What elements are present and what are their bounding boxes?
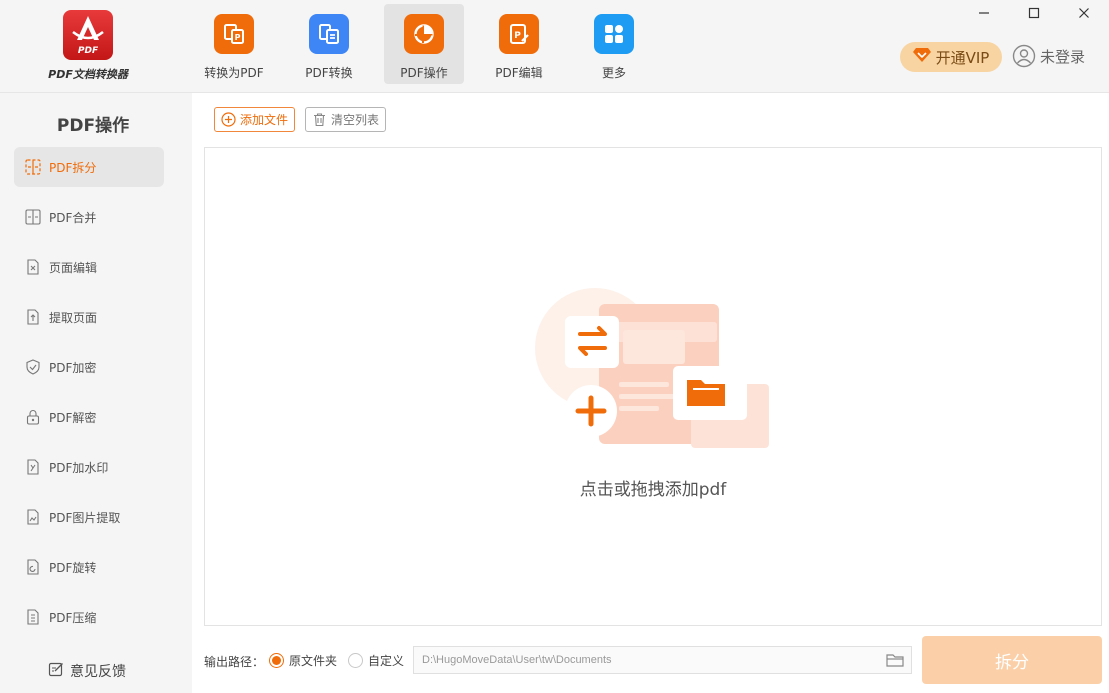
vip-button[interactable]: 开通VIP	[900, 42, 1002, 72]
radio-indicator	[348, 653, 363, 668]
sidebar-item-pdf-merge[interactable]: PDF合并	[14, 197, 164, 237]
feedback-icon	[48, 661, 64, 681]
radio-label: 原文件夹	[289, 654, 338, 668]
merge-icon	[24, 208, 42, 226]
pdf-logo-icon: PDF	[63, 10, 113, 60]
nav-label: 更多	[601, 66, 626, 80]
sidebar-item-label: PDF加密	[49, 360, 97, 375]
feedback-button[interactable]: 意见反馈	[48, 661, 126, 681]
nav-item-more[interactable]: 更多	[574, 4, 654, 84]
image-extract-icon	[24, 508, 42, 526]
sidebar-item-label: PDF旋转	[49, 560, 97, 575]
browse-folder-button[interactable]	[885, 650, 905, 670]
rotate-icon	[24, 558, 42, 576]
svg-text:P: P	[514, 31, 521, 41]
output-path-field[interactable]: D:\HugoMoveData\User\tw\Documents	[413, 646, 912, 674]
feedback-label: 意见反馈	[70, 664, 126, 680]
sidebar-item-label: PDF合并	[49, 210, 97, 225]
compress-icon	[24, 608, 42, 626]
sidebar-item-label: PDF加水印	[49, 460, 109, 475]
convert-to-pdf-icon: P	[214, 14, 254, 54]
nav-label: PDF转换	[305, 66, 353, 80]
top-nav: P 转换为PDF PDF转换 PDF操作 P PDF编辑 更多	[194, 4, 669, 84]
radio-indicator	[269, 653, 284, 668]
clear-list-label: 清空列表	[331, 113, 380, 127]
diamond-icon	[912, 47, 931, 67]
page-edit-icon	[24, 258, 42, 276]
sidebar-item-extract-pages[interactable]: 提取页面	[14, 297, 164, 337]
shield-icon	[24, 358, 42, 376]
sidebar-item-pdf-rotate[interactable]: PDF旋转	[14, 547, 164, 587]
sidebar-item-pdf-split[interactable]: PDF拆分	[14, 147, 164, 187]
close-icon	[1079, 8, 1089, 18]
vip-label: 开通VIP	[935, 48, 990, 67]
sidebar-item-pdf-decrypt[interactable]: PDF解密	[14, 397, 164, 437]
upload-illustration	[535, 288, 775, 458]
watermark-icon	[24, 458, 42, 476]
nav-item-pdf-operation[interactable]: PDF操作	[384, 4, 464, 84]
nav-label: PDF操作	[400, 66, 448, 80]
sidebar-item-label: PDF图片提取	[49, 510, 121, 525]
nav-label: 转换为PDF	[204, 66, 264, 80]
app-logo: PDF PDF文档转换器	[40, 10, 136, 88]
maximize-icon	[1028, 7, 1040, 19]
sidebar-item-page-edit[interactable]: 页面编辑	[14, 247, 164, 287]
drop-hint: 点击或拖拽添加pdf	[579, 480, 727, 500]
sidebar-item-label: PDF拆分	[49, 160, 97, 175]
login-label: 未登录	[1040, 47, 1086, 66]
pdf-convert-icon	[309, 14, 349, 54]
sidebar-title: PDF操作	[56, 116, 130, 136]
sidebar-item-label: 提取页面	[49, 310, 98, 325]
sidebar-item-pdf-encrypt[interactable]: PDF加密	[14, 347, 164, 387]
radio-label: 自定义	[368, 654, 405, 668]
sidebar-item-pdf-image-extract[interactable]: PDF图片提取	[14, 497, 164, 537]
split-icon	[24, 158, 42, 176]
output-path-label: 输出路径：	[204, 655, 265, 669]
close-button[interactable]	[1059, 0, 1109, 26]
pdf-edit-icon: P	[499, 14, 539, 54]
nav-item-pdf-edit[interactable]: P PDF编辑	[479, 4, 559, 84]
radio-original-folder[interactable]: 原文件夹	[269, 652, 337, 669]
sidebar: PDF操作 PDF拆分 PDF合并 页面编辑 提取页面 PDF加密 PDF解密 …	[0, 93, 192, 693]
pdf-operation-icon	[404, 14, 444, 54]
minimize-button[interactable]	[959, 0, 1009, 26]
more-apps-icon	[594, 14, 634, 54]
svg-text:P: P	[235, 33, 241, 42]
app-header: PDF PDF文档转换器 P 转换为PDF PDF转换 PDF操作 P PDF编…	[0, 0, 1109, 93]
radio-custom-folder[interactable]: 自定义	[348, 652, 404, 669]
minimize-icon	[979, 12, 989, 14]
app-name: PDF文档转换器	[48, 68, 128, 81]
trash-icon	[312, 112, 327, 127]
folder-icon	[886, 654, 904, 667]
lock-icon	[24, 408, 42, 426]
sidebar-item-pdf-watermark[interactable]: PDF加水印	[14, 447, 164, 487]
sidebar-item-pdf-compress[interactable]: PDF压缩	[14, 597, 164, 637]
nav-item-convert-to-pdf[interactable]: P 转换为PDF	[194, 4, 274, 84]
logo-badge: PDF	[77, 46, 99, 56]
extract-page-icon	[24, 308, 42, 326]
nav-label: PDF编辑	[495, 66, 543, 80]
sidebar-item-label: 页面编辑	[49, 260, 98, 275]
plus-circle-icon	[221, 112, 236, 127]
user-avatar-icon	[1012, 44, 1036, 68]
add-file-label: 添加文件	[240, 113, 289, 127]
sidebar-item-label: PDF压缩	[49, 610, 97, 625]
nav-item-pdf-convert[interactable]: PDF转换	[289, 4, 369, 84]
split-button[interactable]: 拆分	[922, 636, 1102, 684]
clear-list-button[interactable]: 清空列表	[305, 107, 386, 132]
login-button[interactable]: 未登录	[1012, 44, 1085, 68]
add-file-button[interactable]: 添加文件	[214, 107, 295, 132]
file-drop-zone[interactable]: 点击或拖拽添加pdf	[204, 147, 1102, 626]
maximize-button[interactable]	[1009, 0, 1059, 26]
window-controls	[959, 0, 1109, 26]
sidebar-item-label: PDF解密	[49, 410, 97, 425]
